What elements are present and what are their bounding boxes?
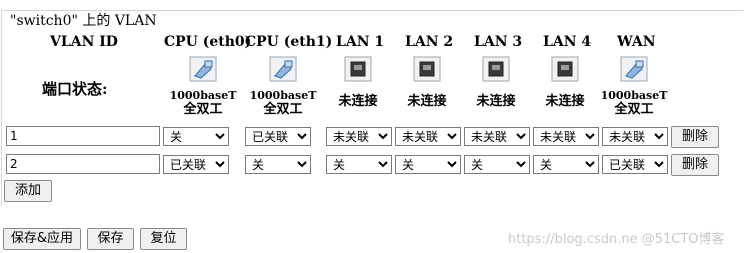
add-button[interactable]: 添加	[4, 180, 52, 202]
save-apply-button[interactable]: 保存&应用	[3, 228, 81, 250]
port-status-label: 端口状态:	[42, 80, 108, 98]
header-wan: WAN	[617, 34, 656, 50]
select-lan3[interactable]: 未关联	[464, 127, 530, 146]
port-lan1: 未连接	[323, 56, 393, 109]
port-lan4: 未连接	[530, 56, 600, 109]
port-cpu-eth0: 1000baseT 全双工	[168, 56, 238, 117]
port-status: 未连接	[545, 94, 585, 109]
port-duplex: 全双工	[614, 102, 654, 117]
vlan-id-input[interactable]	[6, 154, 160, 174]
port-status: 未连接	[476, 94, 516, 109]
select-cpu-eth1[interactable]: 已关联	[245, 127, 311, 146]
select-cpu-eth1[interactable]: 关	[245, 155, 311, 174]
select-lan1[interactable]: 关	[326, 155, 392, 174]
ethernet-connected-icon	[269, 56, 297, 82]
header-lan1: LAN 1	[336, 34, 385, 50]
select-lan4[interactable]: 关	[533, 155, 599, 174]
port-duplex: 全双工	[183, 102, 223, 117]
ethernet-disconnected-icon	[551, 56, 579, 82]
select-wan[interactable]: 已关联	[602, 155, 668, 174]
watermark: https://blog.csdn.ne @51CTO博客	[508, 232, 725, 247]
port-cpu-eth1: 1000baseT 全双工	[248, 56, 318, 117]
header-lan2: LAN 2	[405, 34, 454, 50]
select-cpu-eth0[interactable]: 已关联	[163, 155, 229, 174]
save-button[interactable]: 保存	[87, 228, 134, 250]
select-lan4[interactable]: 未关联	[533, 127, 599, 146]
select-lan1[interactable]: 未关联	[326, 127, 392, 146]
header-lan4: LAN 4	[543, 34, 592, 50]
select-lan3[interactable]: 关	[464, 155, 530, 174]
header-cpu-eth1: CPU (eth1)	[245, 34, 333, 50]
ethernet-connected-icon	[620, 56, 648, 82]
header-lan3: LAN 3	[474, 34, 523, 50]
ethernet-connected-icon	[189, 56, 217, 82]
select-lan2[interactable]: 关	[395, 155, 461, 174]
port-speed: 1000baseT	[169, 89, 237, 102]
ethernet-disconnected-icon	[482, 56, 510, 82]
port-lan2: 未连接	[392, 56, 462, 109]
delete-button[interactable]: 删除	[671, 154, 719, 176]
delete-button[interactable]: 删除	[671, 126, 719, 148]
vlan-id-input[interactable]	[6, 126, 160, 146]
header-vlan-id: VLAN ID	[50, 34, 118, 50]
port-status: 未连接	[338, 94, 378, 109]
ethernet-disconnected-icon	[344, 56, 372, 82]
port-speed: 1000baseT	[600, 89, 668, 102]
select-lan2[interactable]: 未关联	[395, 127, 461, 146]
fieldset-legend: "switch0" 上的 VLAN	[8, 13, 159, 29]
port-status: 未连接	[407, 94, 447, 109]
port-speed: 1000baseT	[249, 89, 317, 102]
port-wan: 1000baseT 全双工	[599, 56, 669, 117]
port-duplex: 全双工	[263, 102, 303, 117]
header-cpu-eth0: CPU (eth0)	[164, 34, 252, 50]
ethernet-disconnected-icon	[413, 56, 441, 82]
select-wan[interactable]: 未关联	[602, 127, 668, 146]
port-lan3: 未连接	[461, 56, 531, 109]
select-cpu-eth0[interactable]: 关	[163, 127, 229, 146]
reset-button[interactable]: 复位	[140, 228, 187, 250]
